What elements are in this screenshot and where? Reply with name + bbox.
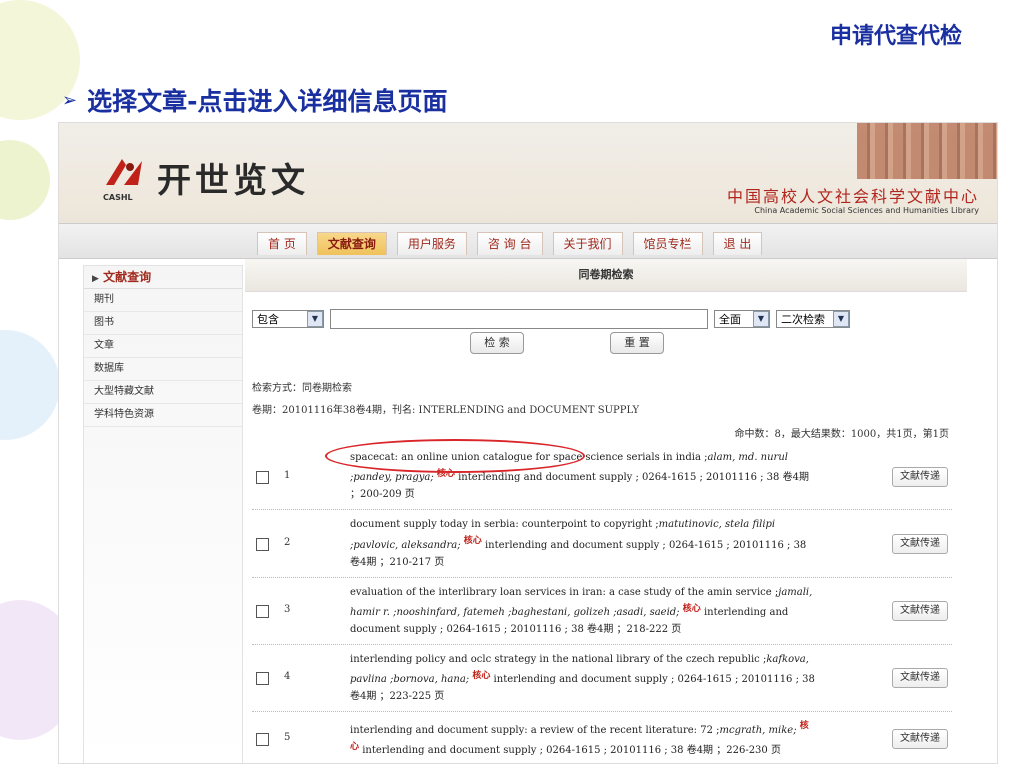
sidebar-items: 期刊 图书 文章 数据库 大型特藏文献 学科特色资源 (84, 289, 242, 427)
nav-tab[interactable]: 馆员专栏 (632, 232, 703, 255)
search-button[interactable]: 检 索 (470, 332, 524, 354)
decor-circle-green (0, 140, 50, 220)
core-badge: 核心 (436, 469, 455, 479)
search-method: 检索方式：同卷期检索 (252, 383, 352, 394)
result-number: 2 (284, 536, 291, 548)
chevron-down-icon: ▼ (833, 311, 849, 327)
nav-tab[interactable]: 咨 询 台 (476, 232, 543, 255)
sidebar-item[interactable]: 文章 (84, 335, 242, 358)
field-select-value: 全面 (719, 313, 741, 326)
document-delivery-button[interactable]: 文献传递 (892, 601, 948, 622)
result-checkbox[interactable] (256, 470, 269, 484)
nav-tab[interactable]: 关于我们 (552, 232, 623, 255)
result-authors: mcgrath, mike; (719, 724, 797, 736)
result-checkbox[interactable] (256, 672, 269, 686)
core-badge: 核心 (463, 536, 482, 547)
result-checkbox[interactable] (256, 605, 269, 619)
reset-button[interactable]: 重 置 (610, 332, 664, 354)
center-name-cn: 中国高校人文社会科学文献中心 (726, 187, 979, 206)
search-input[interactable] (330, 309, 708, 329)
core-badge: 核心 (682, 603, 701, 614)
hit-count: 命中数：8，最大结果数：1000，共1页，第1页 (734, 429, 949, 440)
document-delivery-button[interactable]: 文献传递 (892, 533, 948, 554)
panel-title: 同卷期检索 (245, 259, 967, 292)
logo-short: CASHL (103, 193, 133, 202)
sidebar: ▶ 文献查询 期刊 图书 文章 数据库 大型特藏文献 学科特色资源 (83, 265, 243, 763)
issue-info: 卷期：20101116年38卷4期，刊名: INTERLENDING and D… (252, 405, 640, 416)
sidebar-title-label: 文献查询 (103, 270, 152, 284)
arrow-bullet-icon: ➢ (62, 89, 78, 111)
search-buttons: 检 索 重 置 (470, 332, 664, 354)
result-description: spacecat: an online union catalogue for … (350, 443, 815, 509)
chevron-down-icon: ▼ (307, 311, 323, 327)
slide-heading-text: 选择文章-点击进入详细信息页面 (87, 87, 448, 116)
slide-heading: ➢ 选择文章-点击进入详细信息页面 (62, 82, 447, 118)
result-row: 4 interlending policy and oclc strategy i… (252, 645, 952, 713)
document-delivery-button[interactable]: 文献传递 (892, 729, 948, 750)
result-title[interactable]: evaluation of the interlibrary loan serv… (350, 587, 778, 598)
result-row: 1 spacecat: an online union catalogue for… (252, 443, 952, 511)
document-delivery-button[interactable]: 文献传递 (892, 668, 948, 689)
nav-tab[interactable]: 首 页 (257, 232, 307, 255)
nav-tab[interactable]: 文献查询 (316, 232, 387, 255)
mode-select-value: 二次检索 (781, 313, 825, 326)
result-title[interactable]: spacecat: an online union catalogue for … (350, 452, 707, 463)
result-title[interactable]: interlending and document supply: a revi… (350, 725, 720, 736)
result-number: 5 (284, 732, 291, 744)
sidebar-item[interactable]: 大型特藏文献 (84, 381, 242, 404)
bookshelf-image (857, 123, 997, 179)
result-row: 5 interlending and document supply: a rev… (252, 712, 952, 763)
mode-select[interactable]: 二次检索 ▼ (776, 310, 850, 328)
sidebar-item[interactable]: 期刊 (84, 289, 242, 312)
result-checkbox[interactable] (256, 733, 269, 747)
center-name-en: China Academic Social Sciences and Human… (754, 206, 979, 215)
nav-tab[interactable]: 退 出 (712, 232, 763, 255)
result-checkbox[interactable] (256, 537, 269, 551)
sidebar-item[interactable]: 图书 (84, 312, 242, 335)
logo-name: 开世览文 (157, 161, 309, 201)
result-description: document supply today in serbia: counter… (350, 510, 815, 576)
results-list: 1 spacecat: an online union catalogue for… (252, 443, 952, 763)
result-description: evaluation of the interlibrary loan serv… (350, 578, 815, 644)
sidebar-item[interactable]: 学科特色资源 (84, 404, 242, 427)
sidebar-item[interactable]: 数据库 (84, 358, 242, 381)
main-nav: 首 页文献查询 用户服务咨 询 台关于我们 馆员专栏退 出 (257, 232, 763, 255)
cashl-screenshot: CASHL 开世览文 中国高校人文社会科学文献中心 China Academic… (58, 122, 998, 764)
chevron-down-icon: ▼ (753, 311, 769, 327)
result-row: 3 evaluation of the interlibrary loan ser… (252, 578, 952, 645)
triangle-right-icon: ▶ (92, 274, 99, 284)
result-title[interactable]: document supply today in serbia: counter… (350, 519, 659, 530)
cashl-logo-icon (106, 159, 142, 185)
match-select-value: 包含 (257, 313, 279, 326)
site-banner: CASHL 开世览文 中国高校人文社会科学文献中心 China Academic… (59, 123, 997, 223)
core-badge: 核心 (472, 670, 491, 681)
search-row: 包含 ▼ 全面 ▼ 二次检索 ▼ (252, 309, 850, 329)
result-source: interlending and document supply ; 0264-… (359, 744, 781, 756)
sidebar-title[interactable]: ▶ 文献查询 (84, 266, 242, 289)
field-select[interactable]: 全面 ▼ (714, 310, 770, 328)
document-delivery-button[interactable]: 文献传递 (892, 466, 948, 487)
nav-tab[interactable]: 用户服务 (396, 232, 467, 255)
result-title[interactable]: interlending policy and oclc strategy in… (350, 654, 766, 665)
result-number: 1 (284, 469, 291, 481)
result-description: interlending and document supply: a revi… (350, 712, 815, 763)
result-description: interlending policy and oclc strategy in… (350, 645, 815, 711)
result-number: 3 (284, 604, 291, 616)
match-select[interactable]: 包含 ▼ (252, 310, 324, 328)
result-row: 2 document supply today in serbia: counte… (252, 510, 952, 578)
result-number: 4 (284, 671, 291, 683)
slide-corner-label: 申请代查代检 (829, 24, 962, 49)
decor-circle-blue (0, 330, 60, 440)
main-nav-bar: 首 页文献查询 用户服务咨 询 台关于我们 馆员专栏退 出 (59, 223, 997, 259)
